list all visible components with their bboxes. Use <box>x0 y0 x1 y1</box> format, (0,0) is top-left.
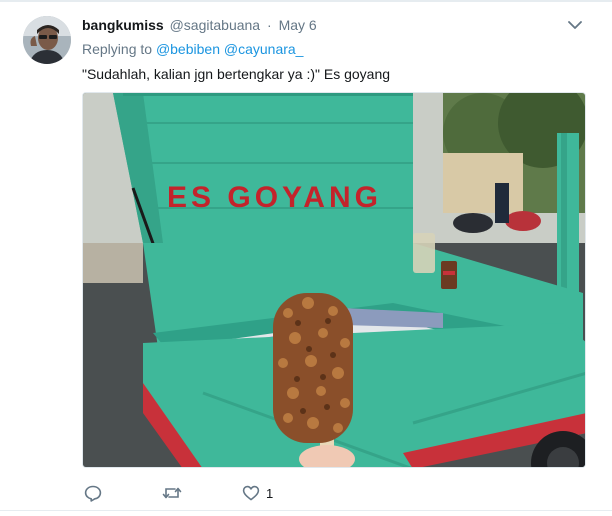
tweet-photo[interactable]: ES GOYANG <box>82 92 586 468</box>
user-handle[interactable]: @sagitabuana <box>170 17 261 33</box>
tweet-header: bangkumiss @sagitabuana · May 6 <box>82 16 317 34</box>
tweet-date[interactable]: May 6 <box>279 17 317 33</box>
tweet-actions: 1 <box>82 482 382 504</box>
tweet-text: "Sudahlah, kalian jgn bertengkar ya :)" … <box>82 66 391 82</box>
avatar[interactable] <box>23 16 71 64</box>
reply-icon <box>84 485 102 502</box>
display-name[interactable]: bangkumiss <box>82 17 164 33</box>
like-button[interactable]: 1 <box>242 482 273 504</box>
reply-button[interactable] <box>84 482 108 504</box>
photo-es-goyang-cart: ES GOYANG <box>83 93 585 467</box>
mention-link[interactable]: @bebiben <box>156 41 220 57</box>
separator-dot: · <box>267 17 272 33</box>
heart-icon <box>242 485 260 501</box>
mention-link[interactable]: @cayunara_ <box>224 41 304 57</box>
chevron-down-icon <box>568 20 582 29</box>
bottom-divider <box>0 510 612 511</box>
more-options-button[interactable] <box>566 18 584 32</box>
retweet-icon <box>162 487 182 499</box>
retweet-button[interactable] <box>162 482 188 504</box>
replying-to: Replying to @bebiben @cayunara_ <box>82 40 303 58</box>
replying-prefix: Replying to <box>82 41 153 57</box>
tweet-card[interactable]: bangkumiss @sagitabuana · May 6 Replying… <box>0 0 612 516</box>
top-divider <box>0 0 612 2</box>
like-count: 1 <box>266 485 274 501</box>
avatar-photo <box>23 16 71 64</box>
cart-sign-text: ES GOYANG <box>167 181 382 214</box>
